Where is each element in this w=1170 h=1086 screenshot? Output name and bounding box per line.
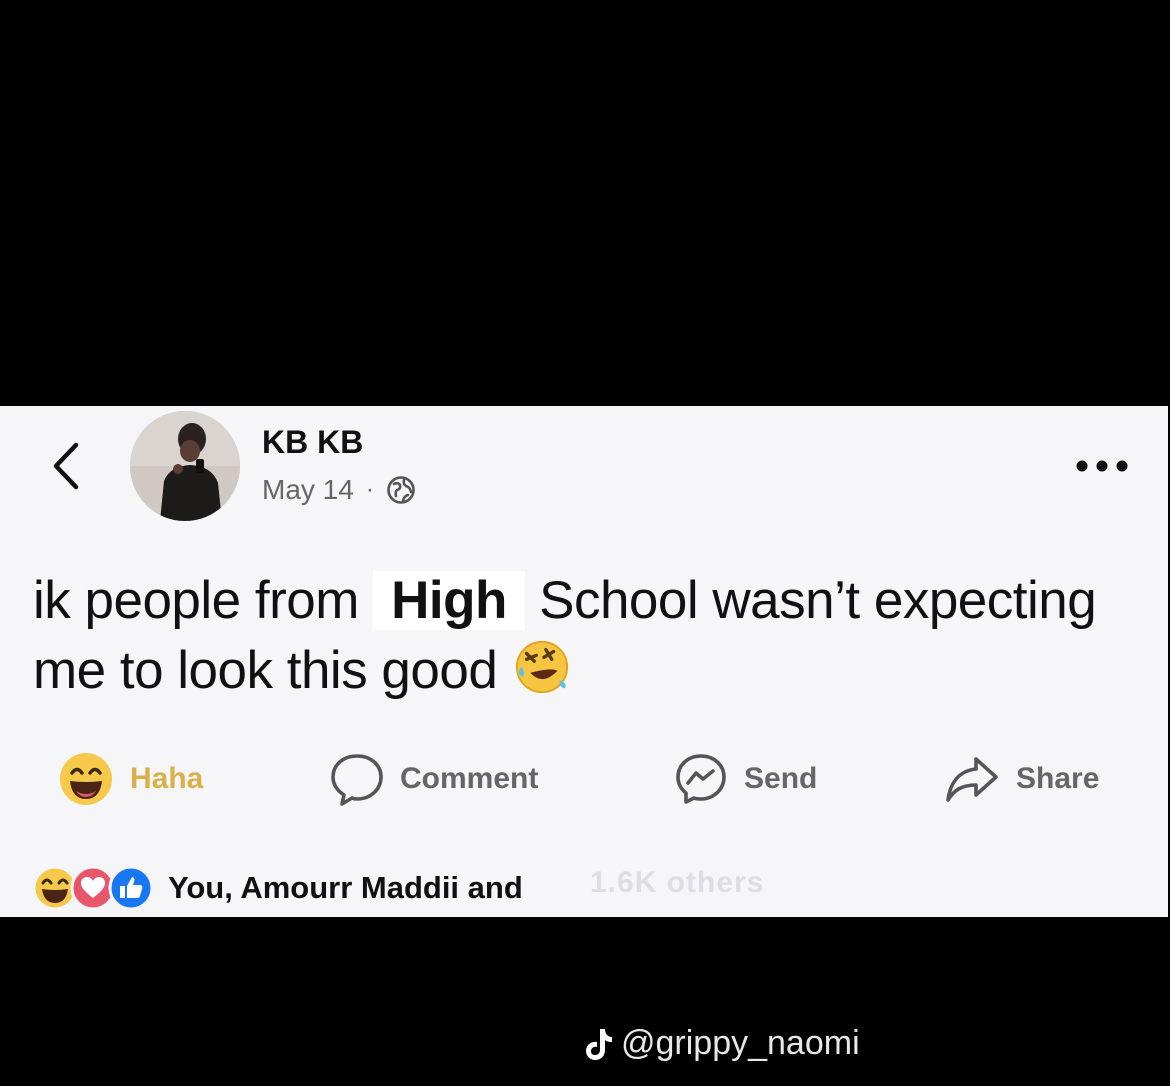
- chevron-left-icon: [53, 442, 79, 490]
- like-icon: [108, 865, 154, 911]
- send-label: Send: [744, 762, 818, 795]
- globe-icon: [387, 476, 415, 504]
- haha-icon: [60, 753, 112, 805]
- more-dots-icon: [1076, 460, 1128, 472]
- screen: KB KB May 14 · ik people from High Schoo…: [0, 0, 1170, 1086]
- post-text-highlight: High: [373, 571, 525, 630]
- send-button[interactable]: Send: [674, 744, 817, 814]
- meta-separator: ·: [365, 476, 374, 503]
- reaction-icons: [32, 865, 154, 911]
- post-actions-bar: Haha Comment Send Share: [0, 744, 1168, 814]
- more-options-button[interactable]: [1070, 446, 1134, 486]
- comment-label: Comment: [400, 762, 539, 795]
- comment-button[interactable]: Comment: [330, 744, 538, 814]
- reaction-summary[interactable]: You, Amourr Maddii and: [32, 862, 523, 914]
- avatar[interactable]: [130, 411, 240, 521]
- post-text: ik people from High School wasn’t expect…: [33, 566, 1133, 706]
- messenger-icon: [676, 754, 726, 804]
- post-date[interactable]: May 14: [262, 474, 354, 506]
- reaction-summary-text: You, Amourr Maddii and: [168, 870, 523, 905]
- haha-label: Haha: [130, 762, 204, 795]
- comment-icon: [331, 754, 383, 806]
- reaction-others-count: 1.6K others: [590, 866, 765, 899]
- avatar-photo: [130, 411, 240, 521]
- back-button[interactable]: [40, 438, 90, 494]
- author-name[interactable]: KB KB: [262, 424, 363, 461]
- rolling-laughing-emoji-icon: [516, 640, 569, 694]
- share-button[interactable]: Share: [944, 744, 1099, 814]
- post-meta: May 14 ·: [262, 474, 416, 506]
- watermark-handle: @grippy_naomi: [621, 1024, 860, 1062]
- share-label: Share: [1016, 762, 1100, 795]
- tiktok-watermark: @grippy_naomi: [585, 1024, 860, 1063]
- tiktok-icon: [586, 1028, 612, 1060]
- haha-reaction-button[interactable]: Haha: [58, 744, 203, 814]
- post-text-before: ik people from: [33, 571, 359, 630]
- share-arrow-icon: [946, 757, 998, 802]
